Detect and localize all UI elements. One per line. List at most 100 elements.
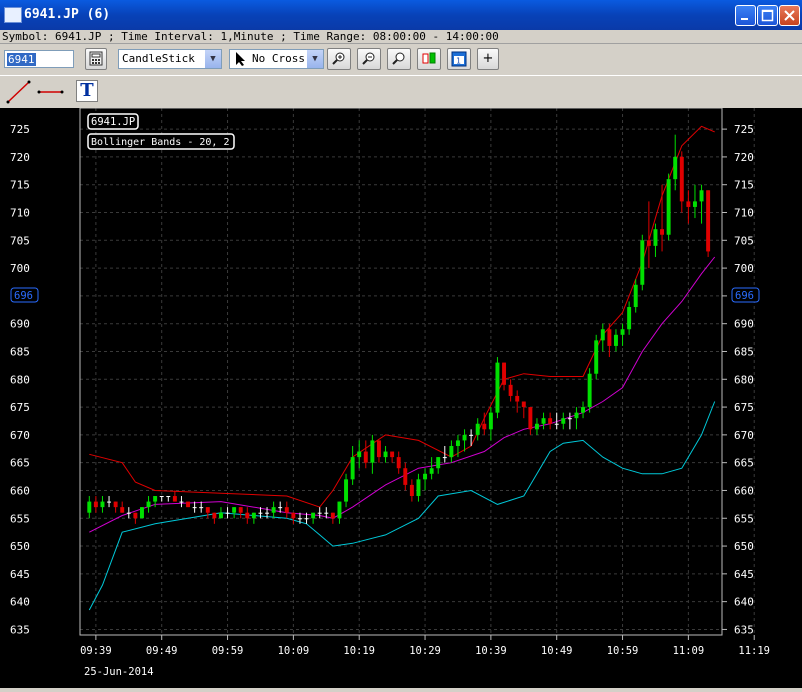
candle: [396, 451, 401, 474]
x-tick-label: 10:09: [278, 645, 310, 657]
candle: [416, 473, 421, 502]
x-tick-label: 11:19: [738, 645, 770, 657]
horizontal-line-icon[interactable]: [37, 78, 65, 106]
y-tick-label-left: 715: [10, 179, 30, 192]
candle: [679, 151, 684, 213]
y-tick-label-right: 710: [734, 207, 754, 220]
y-tick-label-right: 720: [734, 151, 754, 164]
candle-body: [673, 156, 678, 180]
price-marker-right: 696: [731, 287, 760, 303]
y-tick-label-right: 715: [734, 179, 754, 192]
candle-body: [423, 473, 428, 480]
price-marker-right-text: 696: [735, 290, 754, 302]
y-tick-label-right: 655: [734, 512, 754, 525]
candle-body: [528, 407, 533, 430]
candle: [429, 457, 434, 480]
x-tick-label: 10:59: [607, 645, 639, 657]
candle-body: [640, 240, 645, 285]
candle: [232, 507, 237, 519]
close-button[interactable]: [779, 5, 800, 26]
bollinger-bands: [88, 125, 716, 611]
price-chart[interactable]: 635 635 640 640 645 645 650 650 655 655 660 660 665 6…: [0, 107, 802, 688]
calendar-button[interactable]: 1: [447, 48, 471, 70]
symbol-input[interactable]: 6941: [4, 50, 74, 68]
y-tick-label-right: 680: [734, 373, 754, 386]
y-tick-label-left: 700: [10, 262, 30, 275]
candle-body: [581, 407, 586, 413]
minimize-button[interactable]: [735, 5, 756, 26]
candle: [370, 434, 375, 474]
candle: [383, 445, 388, 463]
chevron-down-icon: ▼: [307, 50, 323, 68]
candle-body: [278, 507, 283, 509]
symbol-input-value: 6941: [7, 53, 36, 66]
candle: [225, 507, 230, 519]
candle-body: [653, 229, 658, 246]
candle-body: [495, 362, 500, 413]
magnifier-icon: [392, 52, 405, 65]
trend-line-icon[interactable]: [5, 78, 33, 106]
candle: [100, 496, 105, 513]
candle-body: [390, 451, 395, 458]
y-tick-label-right: 685: [734, 345, 754, 358]
candle: [179, 496, 184, 508]
candle-body: [245, 512, 250, 519]
zoom-in-icon: [332, 52, 345, 65]
candle-color-button[interactable]: [417, 48, 441, 70]
minimize-icon: [741, 18, 748, 20]
candle: [311, 512, 316, 524]
maximize-button[interactable]: [757, 5, 778, 26]
y-tick-label-left: 675: [10, 401, 30, 414]
candle-body: [633, 284, 638, 308]
y-tick-label-left: 710: [10, 207, 30, 220]
y-tick-label-left: 635: [10, 623, 30, 636]
zoom-reset-button[interactable]: [387, 48, 411, 70]
candle-body: [166, 496, 171, 498]
candle: [699, 184, 704, 224]
candle-body: [574, 412, 579, 419]
zoom-out-button[interactable]: [357, 48, 381, 70]
y-tick-label-left: 650: [10, 540, 30, 553]
plot-frame: [79, 107, 723, 636]
candle-body: [232, 507, 237, 513]
chart-type-select[interactable]: CandleStick ▼: [118, 49, 222, 69]
candle-body: [515, 395, 520, 402]
add-button[interactable]: +: [477, 48, 499, 70]
candle-body: [383, 451, 388, 458]
chart-grid: [80, 108, 755, 635]
candle: [666, 173, 671, 241]
candlestick-icon: [422, 52, 436, 64]
x-tick-label: 10:49: [541, 645, 573, 657]
calculator-button[interactable]: [85, 48, 107, 70]
candle: [330, 512, 335, 524]
candle: [251, 512, 256, 524]
text-tool-button[interactable]: T: [76, 80, 98, 102]
candle: [344, 473, 349, 508]
candle-body: [139, 507, 144, 519]
candle: [567, 412, 572, 430]
candle-body: [113, 501, 118, 508]
cursor-mode-select[interactable]: No Cross ▼: [229, 49, 324, 69]
chevron-down-icon: ▼: [205, 50, 221, 68]
zoom-in-button[interactable]: [327, 48, 351, 70]
indicator-label-text: Bollinger Bands - 20, 2: [91, 137, 229, 148]
candle-body: [218, 512, 223, 519]
candle-body: [508, 384, 513, 396]
candle-body: [469, 434, 474, 436]
candle: [146, 496, 151, 513]
candle: [640, 234, 645, 291]
candle-body: [344, 479, 349, 502]
candle-body: [153, 496, 158, 502]
candle: [120, 501, 125, 513]
candle-body: [93, 501, 98, 508]
main-toolbar: 6941 CandleStick ▼ No Cross ▼ 1 +: [0, 45, 802, 73]
candle: [317, 507, 322, 519]
candle: [594, 334, 599, 380]
candle: [172, 490, 177, 502]
candle: [159, 496, 164, 502]
x-tick-label: 09:59: [212, 645, 244, 657]
candle-body: [679, 156, 684, 202]
calculator-icon: [89, 51, 103, 66]
candle-body: [567, 418, 572, 420]
candle-body: [370, 440, 375, 463]
